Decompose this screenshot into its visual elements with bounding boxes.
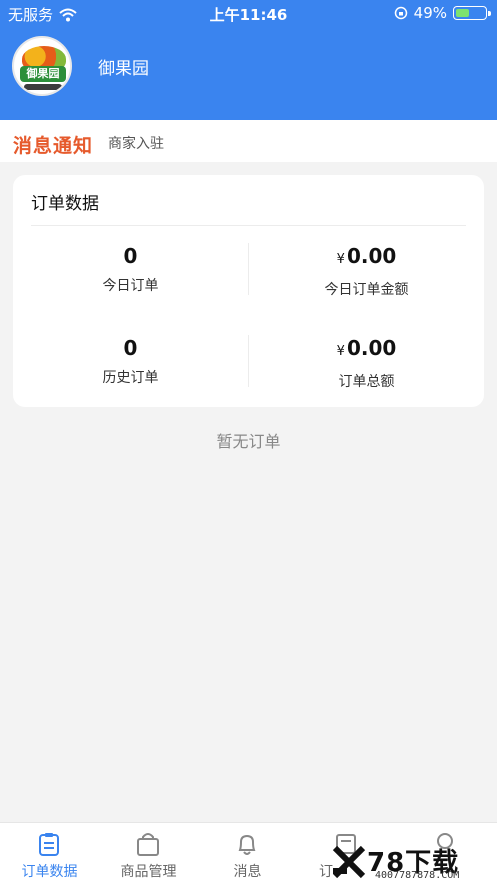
battery-icon <box>453 6 491 20</box>
tab-label: 订单数据 <box>21 864 78 880</box>
empty-state-text: 暂无订单 <box>216 432 281 451</box>
app-header: 御果园 御果园 <box>0 26 497 120</box>
card-title: 订单数据 <box>31 194 99 214</box>
stat-value: 0 <box>123 244 138 268</box>
stat-today-orders[interactable]: 0 今日订单 <box>13 243 248 295</box>
bell-icon <box>238 834 256 855</box>
stat-label: 订单总额 <box>338 374 395 390</box>
stat-label: 历史订单 <box>102 370 159 386</box>
currency-symbol: ¥ <box>336 252 345 267</box>
stat-value: 0 <box>123 336 138 360</box>
divider <box>31 225 466 226</box>
rotation-lock-icon <box>394 6 407 20</box>
shop-name: 御果园 <box>98 59 149 79</box>
tab-product-management[interactable]: 商品管理 <box>99 823 198 884</box>
notice-bar[interactable]: 消息通知 商家入驻 <box>0 120 497 162</box>
tab-messages[interactable]: 消息 <box>198 823 297 884</box>
notice-tag: 消息通知 <box>13 135 94 157</box>
currency-symbol: ¥ <box>336 344 345 359</box>
stat-today-amount[interactable]: ¥0.00 今日订单金额 <box>249 243 484 299</box>
clipboard-icon <box>39 833 59 856</box>
status-bar: 无服务 上午11:46 49% <box>0 0 497 26</box>
stat-value: 0.00 <box>346 336 397 360</box>
battery-percent: 49% <box>413 4 447 22</box>
watermark: 78下载 4007787878.COM <box>331 842 491 882</box>
tab-order-data[interactable]: 订单数据 <box>0 823 99 884</box>
tab-label: 消息 <box>233 864 262 880</box>
stat-history-orders[interactable]: 0 历史订单 <box>13 335 248 387</box>
order-data-card: 订单数据 0 今日订单 ¥0.00 今日订单金额 0 历史订单 ¥0.00 订单… <box>13 175 484 407</box>
stat-total-amount[interactable]: ¥0.00 订单总额 <box>249 335 484 391</box>
tab-label: 商品管理 <box>120 864 177 880</box>
stat-label: 今日订单金额 <box>324 282 409 298</box>
stat-label: 今日订单 <box>102 278 159 294</box>
shopping-bag-icon <box>137 833 159 856</box>
x-logo-icon <box>332 845 366 879</box>
notice-message[interactable]: 商家入驻 <box>108 133 164 153</box>
watermark-site: 4007787878.COM <box>375 870 460 881</box>
status-right: 49% <box>394 4 491 22</box>
shop-logo[interactable]: 御果园 <box>12 36 72 96</box>
logo-text: 御果园 <box>20 66 66 82</box>
stat-value: 0.00 <box>346 244 397 268</box>
